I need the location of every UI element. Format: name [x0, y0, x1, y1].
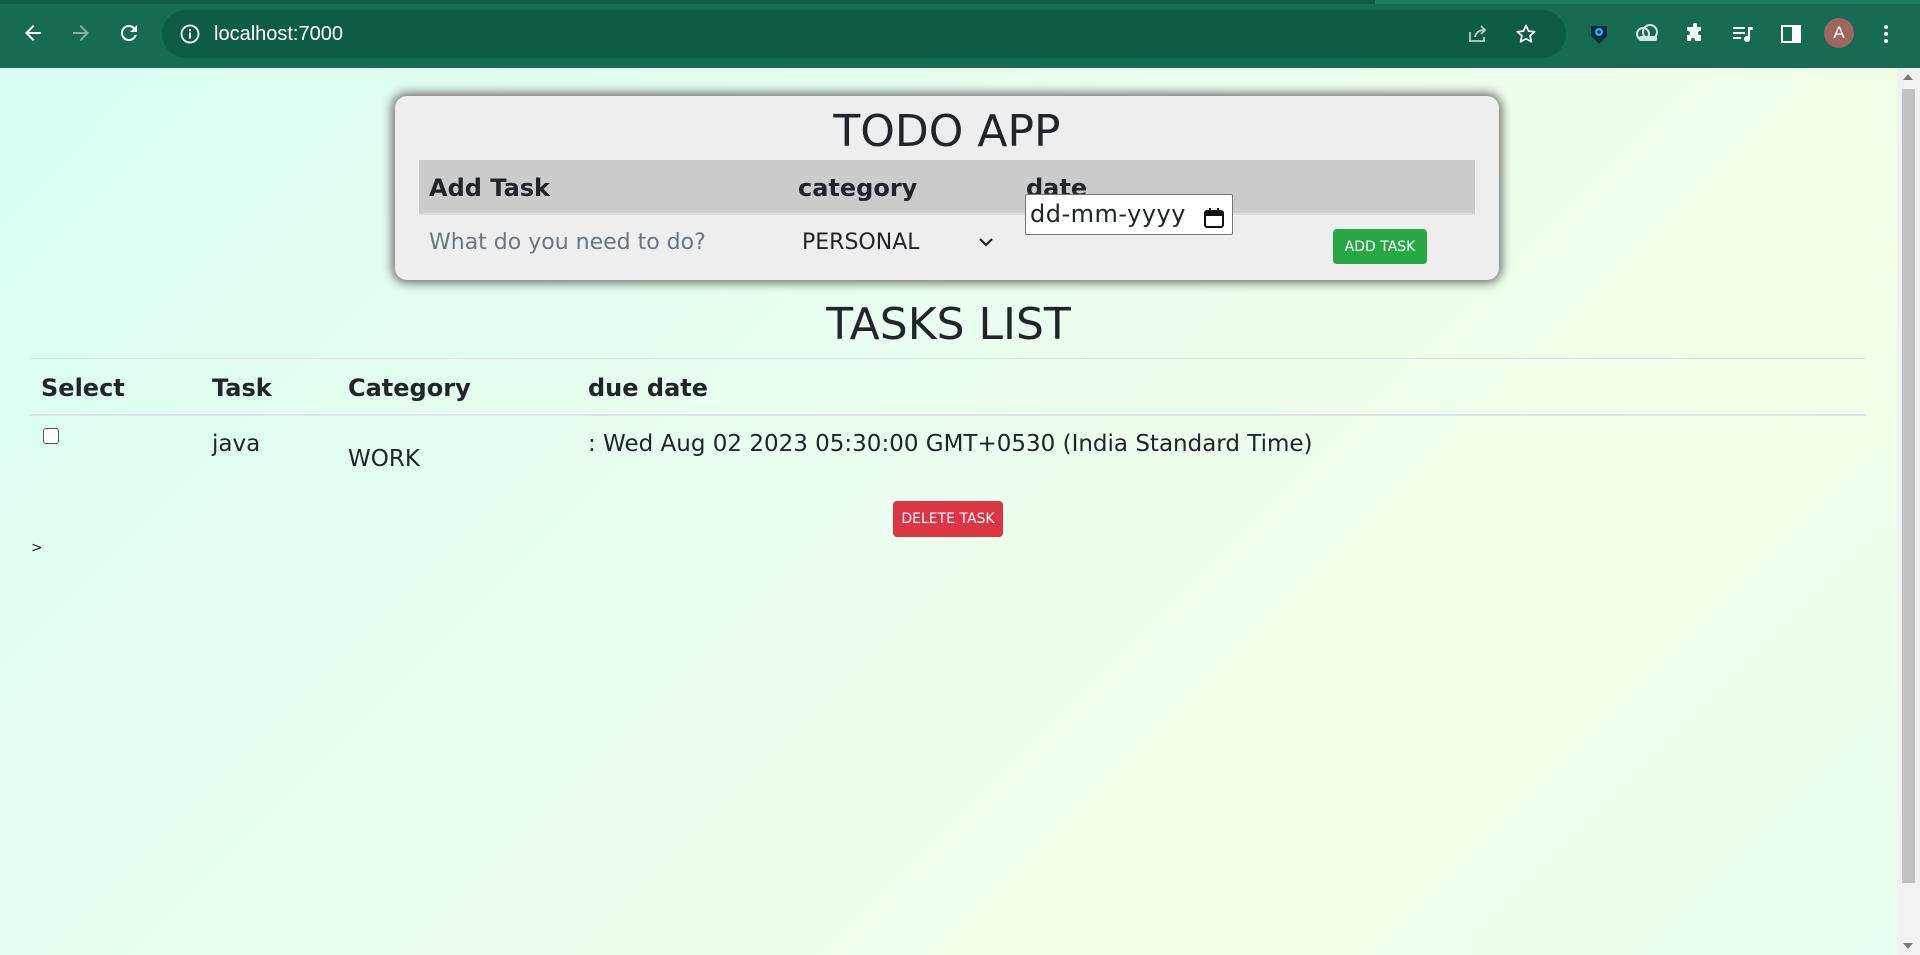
- task-input[interactable]: [419, 220, 779, 264]
- header-add-task: Add Task: [429, 174, 551, 202]
- form-header-row: Add Task category date: [419, 160, 1475, 215]
- share-icon[interactable]: [1466, 22, 1490, 46]
- header-category: category: [798, 174, 918, 202]
- stray-text: >: [31, 540, 43, 556]
- table-header-border: [30, 414, 1866, 416]
- browser-toolbar: localhost:7000 A: [0, 0, 1920, 68]
- task-select-checkbox[interactable]: [43, 428, 59, 444]
- star-icon[interactable]: [1514, 22, 1538, 46]
- forward-arrow-icon[interactable]: [65, 17, 97, 49]
- calendar-icon[interactable]: [1202, 203, 1226, 228]
- column-header-select: Select: [41, 374, 125, 402]
- info-icon[interactable]: [178, 22, 202, 46]
- column-header-category: Category: [348, 374, 471, 402]
- column-header-due-date: due date: [588, 374, 709, 402]
- vertical-scrollbar[interactable]: [1897, 68, 1920, 955]
- date-input[interactable]: dd-mm-yyyy: [1025, 194, 1233, 235]
- category-select[interactable]: PERSONAL: [792, 220, 1004, 264]
- chevron-down-icon: [976, 232, 996, 252]
- column-header-task: Task: [212, 374, 272, 402]
- scrollbar-thumb[interactable]: [1902, 89, 1915, 883]
- date-placeholder: dd-mm-yyyy: [1030, 200, 1186, 228]
- url-text[interactable]: localhost:7000: [214, 22, 343, 46]
- media-queue-icon[interactable]: [1729, 20, 1757, 48]
- table-top-border: [30, 358, 1866, 359]
- page-viewport: TODO APP Add Task category date PERSONAL…: [0, 68, 1897, 955]
- task-category-cell: WORK: [348, 446, 420, 472]
- sidebar-icon[interactable]: [1777, 20, 1805, 48]
- scroll-up-arrow-icon[interactable]: [1903, 74, 1913, 80]
- task-name-cell: java: [212, 431, 261, 457]
- profile-avatar[interactable]: A: [1824, 18, 1854, 48]
- todo-form-card: TODO APP Add Task category date PERSONAL…: [395, 96, 1499, 280]
- extension-eye-icon[interactable]: [1585, 20, 1613, 48]
- tab-strip-edge: [0, 0, 1920, 4]
- scroll-down-arrow-icon[interactable]: [1903, 943, 1913, 949]
- more-vert-icon[interactable]: [1872, 20, 1900, 48]
- tasks-list-title: TASKS LIST: [826, 299, 1071, 350]
- extension-cloud-icon[interactable]: [1633, 20, 1661, 48]
- puzzle-icon[interactable]: [1681, 20, 1709, 48]
- app-title: TODO APP: [833, 106, 1061, 157]
- task-due-date-cell: : Wed Aug 02 2023 05:30:00 GMT+0530 (Ind…: [588, 431, 1313, 457]
- add-task-button[interactable]: ADD TASK: [1333, 229, 1427, 264]
- category-selected-value: PERSONAL: [802, 229, 920, 255]
- reload-icon[interactable]: [113, 17, 145, 49]
- address-bar[interactable]: localhost:7000: [162, 10, 1566, 58]
- delete-task-button[interactable]: DELETE TASK: [893, 501, 1003, 537]
- back-arrow-icon[interactable]: [17, 17, 49, 49]
